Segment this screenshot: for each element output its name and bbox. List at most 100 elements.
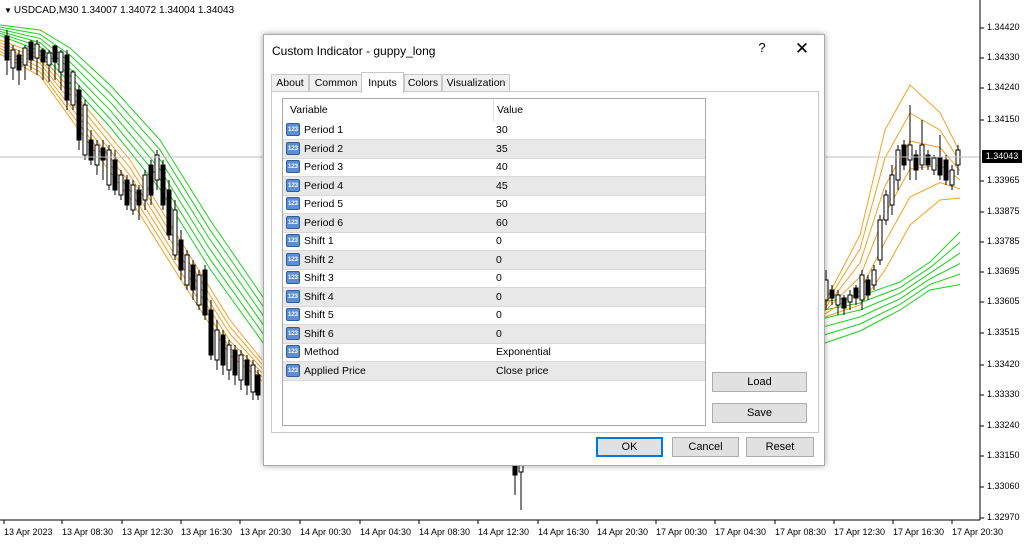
time-tick-label: 13 Apr 08:30 [62,527,114,537]
table-row[interactable]: 123 Method Exponential [283,343,705,362]
time-tick-label: 14 Apr 20:30 [597,527,649,537]
candle-body [835,294,841,306]
table-row[interactable]: 123 Applied Price Close price [283,361,705,381]
candle-body [214,329,220,361]
table-row[interactable]: 123 Period 2 35 [283,139,705,159]
tab-colors[interactable]: Colors [404,74,442,92]
help-button[interactable]: ? [754,40,770,58]
variable-value[interactable]: 35 [496,140,508,158]
candle-body [889,174,895,206]
variable-name: Period 5 [304,198,344,210]
numeric-type-icon: 123 [286,160,300,173]
reset-button[interactable]: Reset [746,437,814,457]
price-tick-label: 1.34150 [987,114,1020,124]
candle-body [112,159,118,191]
variable-name: Shift 4 [304,290,334,303]
variable-value[interactable]: 0 [496,251,502,269]
chevron-down-icon[interactable]: ▼ [4,6,12,15]
cancel-button[interactable]: Cancel [672,437,739,457]
candle-body [208,309,214,356]
candle-body [895,149,901,181]
time-tick-label: 14 Apr 16:30 [538,527,590,537]
price-tick-label: 1.34330 [987,52,1020,62]
candle-body [166,189,172,236]
close-button[interactable]: ✕ [792,39,812,59]
variable-name: Period 2 [304,142,344,155]
table-row[interactable]: 123 Shift 6 0 [283,324,705,344]
candle-body [841,297,847,309]
numeric-type-icon: 123 [286,123,300,136]
tab-visualization[interactable]: Visualization [442,74,510,92]
variable-value[interactable]: 50 [496,195,508,213]
candle-body [255,374,261,396]
price-tick-label: 1.33965 [987,175,1020,185]
time-tick-label: 17 Apr 04:30 [715,527,767,537]
variable-value[interactable]: 60 [496,214,508,232]
variable-name: Shift 5 [304,309,334,321]
time-tick-label: 13 Apr 16:30 [181,527,233,537]
variable-value[interactable]: 0 [496,325,502,343]
table-row[interactable]: 123 Shift 2 0 [283,250,705,270]
table-row[interactable]: 123 Shift 1 0 [283,232,705,251]
tab-common[interactable]: Common [309,74,363,92]
candle-body [238,354,244,381]
tab-about[interactable]: About [271,74,309,92]
candle-body [244,359,250,386]
candle-body [190,264,196,291]
variable-value[interactable]: 0 [496,232,502,250]
variable-name: Period 6 [304,216,344,229]
ok-button[interactable]: OK [596,437,663,457]
variable-value[interactable]: 0 [496,288,502,306]
tab-inputs[interactable]: Inputs [361,72,404,93]
candle-body [28,41,34,61]
load-button[interactable]: Load [712,372,807,392]
save-button[interactable]: Save [712,403,807,423]
table-row[interactable]: 123 Period 5 50 [283,195,705,214]
numeric-type-icon: 123 [286,271,300,284]
variable-name: Method [304,346,340,358]
numeric-type-icon: 123 [286,289,300,303]
candle-body [34,43,40,59]
dialog-title: Custom Indicator - guppy_long [272,44,436,58]
candle-body [82,104,88,156]
table-row[interactable]: 123 Period 1 30 [283,121,705,140]
candle-body [220,334,226,366]
table-row[interactable]: 123 Period 3 40 [283,158,705,177]
price-tick-label: 1.34240 [987,82,1020,92]
variable-value[interactable]: 45 [496,177,508,195]
variable-value[interactable]: 30 [496,121,508,139]
price-tick-label: 1.33785 [987,236,1020,246]
variable-name: Shift 2 [304,253,334,266]
candle-body [202,269,208,316]
variable-value[interactable]: Close price [496,362,549,380]
variable-value[interactable]: Exponential [496,343,551,361]
variable-value[interactable]: 0 [496,306,502,324]
candle-body [250,364,256,393]
candle-body [226,344,232,371]
variable-value[interactable]: 0 [496,269,502,287]
time-tick-label: 13 Apr 20:30 [240,527,292,537]
table-row[interactable]: 123 Shift 4 0 [283,287,705,307]
column-divider[interactable] [493,99,494,121]
candle-body [232,349,238,376]
table-row[interactable]: 123 Period 6 60 [283,213,705,233]
candle-body [943,159,949,181]
inputs-table: Variable Value 123 Period 1 30 123 Period 2 3… [282,98,706,426]
candle-body [847,294,853,303]
candle-body [829,289,835,299]
table-row[interactable]: 123 Shift 3 0 [283,269,705,288]
candle-body [40,49,46,63]
candle-body [907,144,913,161]
table-row[interactable]: 123 Shift 5 0 [283,306,705,325]
candle-body [22,47,28,66]
candle-body [883,194,889,221]
time-tick-label: 14 Apr 08:30 [419,527,471,537]
table-row[interactable]: 123 Period 4 45 [283,176,705,196]
candle-body [178,239,184,271]
candle-body [871,269,877,286]
column-header-variable[interactable]: Variable [290,99,328,121]
time-tick-label: 14 Apr 00:30 [300,527,352,537]
variable-name: Period 3 [304,161,344,173]
variable-value[interactable]: 40 [496,158,508,176]
column-header-value[interactable]: Value [497,99,523,121]
